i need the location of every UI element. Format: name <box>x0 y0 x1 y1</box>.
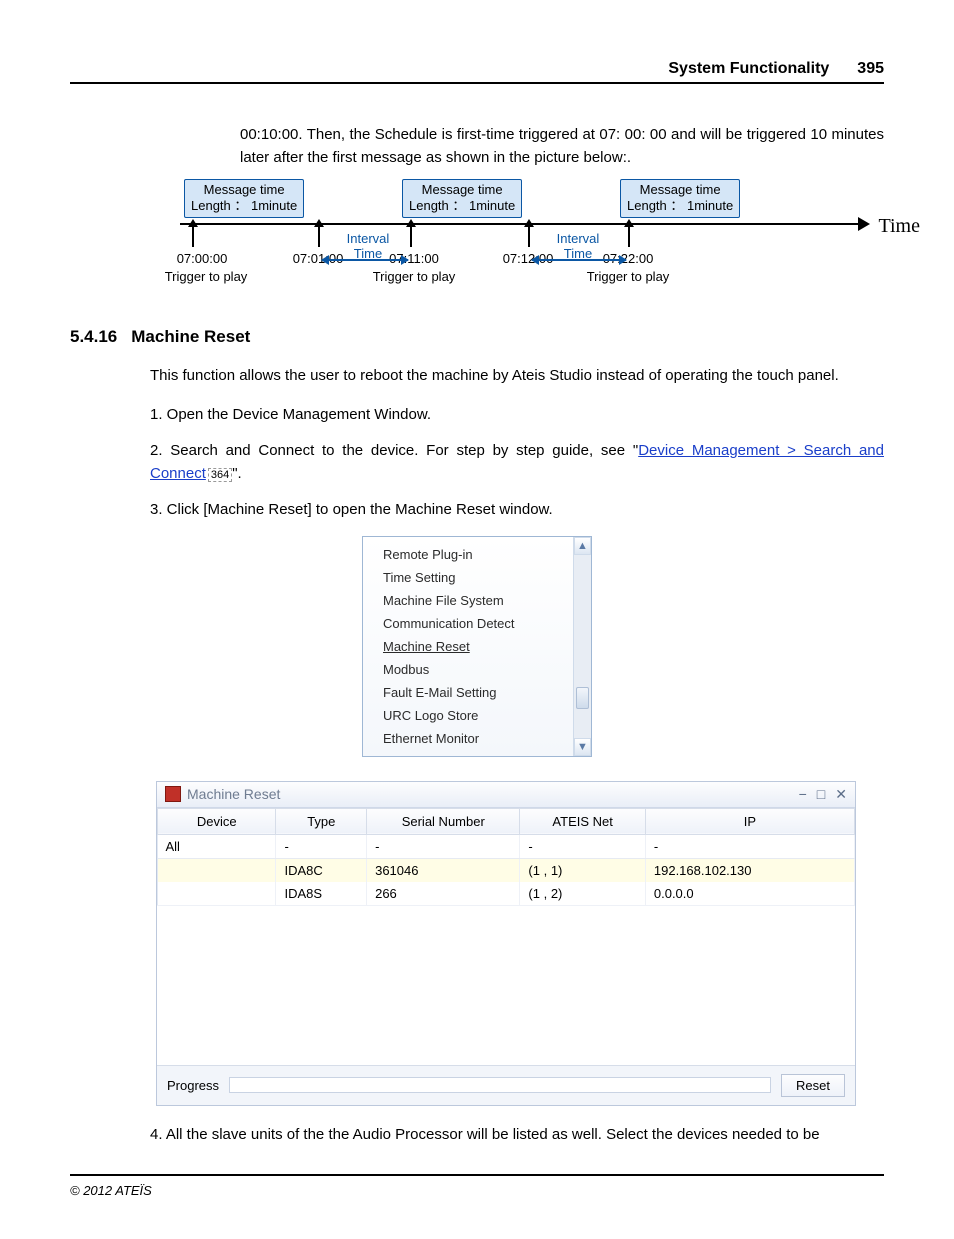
step-4: 4. All the slave units of the the Audio … <box>150 1124 884 1147</box>
section-description: This function allows the user to reboot … <box>150 365 884 388</box>
scrollbar[interactable]: ▲ ▼ <box>573 537 591 756</box>
col-device[interactable]: Device <box>158 808 276 834</box>
table-cell: 361046 <box>367 858 520 882</box>
interval-arrow-icon <box>532 259 626 261</box>
close-icon[interactable]: ✕ <box>835 786 847 803</box>
tick-arrow-icon <box>528 225 530 247</box>
scroll-down-icon[interactable]: ▼ <box>574 738 591 756</box>
message-box-line1: Message time <box>191 182 297 198</box>
col-ip[interactable]: IP <box>645 808 854 834</box>
app-icon <box>165 786 181 802</box>
time-axis-arrowhead-icon <box>858 217 870 231</box>
table-header-row: Device Type Serial Number ATEIS Net IP <box>158 808 855 834</box>
filter-cell[interactable]: - <box>520 834 645 858</box>
col-type[interactable]: Type <box>276 808 367 834</box>
interval-label: Interval Time <box>338 231 398 261</box>
table-cell <box>158 882 276 905</box>
table-empty-area <box>157 905 855 1065</box>
table-cell: 0.0.0.0 <box>645 882 854 905</box>
page-header: System Functionality 395 <box>70 60 884 84</box>
interval-arrow-icon <box>322 259 408 261</box>
table-cell <box>158 858 276 882</box>
progress-label: Progress <box>167 1078 219 1093</box>
table-cell: (1 , 2) <box>520 882 645 905</box>
menu-item[interactable]: Modbus <box>383 658 591 681</box>
section-title: Machine Reset <box>131 327 250 347</box>
menu-item[interactable]: Ethernet Monitor <box>383 727 591 750</box>
message-box-line2: Length ： 1minute <box>191 198 297 214</box>
menu-item[interactable]: URC Logo Store <box>383 704 591 727</box>
menu-screenshot: Remote Plug-inTime SettingMachine File S… <box>362 536 592 757</box>
tick-arrow-icon <box>318 225 320 247</box>
time-axis-label: Time <box>878 215 920 238</box>
tick-arrow-icon <box>410 225 412 247</box>
menu-item[interactable]: Remote Plug-in <box>383 543 591 566</box>
scroll-up-icon[interactable]: ▲ <box>574 537 591 555</box>
tick-label: Trigger to play <box>587 269 670 284</box>
message-box-1: Message time Length ： 1minute <box>184 179 304 218</box>
table-cell: IDA8S <box>276 882 367 905</box>
tick-label: Trigger to play <box>373 269 456 284</box>
reset-button[interactable]: Reset <box>781 1074 845 1097</box>
header-title: System Functionality <box>668 60 829 78</box>
filter-cell[interactable]: - <box>276 834 367 858</box>
section-number: 5.4.16 <box>70 327 117 347</box>
window-footer: Progress Reset <box>157 1065 855 1105</box>
table-cell: 266 <box>367 882 520 905</box>
tick-arrow-icon <box>192 225 194 247</box>
tick-time: 07:00:00 <box>177 251 228 266</box>
page-reference: 364 <box>208 468 232 482</box>
filter-cell[interactable]: - <box>367 834 520 858</box>
timeline-diagram: Message time Length ： 1minute Message ti… <box>180 179 880 309</box>
scroll-thumb[interactable] <box>576 687 589 709</box>
tick-arrow-icon <box>628 225 630 247</box>
message-box-line2: Length ： 1minute <box>627 198 733 214</box>
interval-label: Interval Time <box>548 231 608 261</box>
menu-item[interactable]: Machine File System <box>383 589 591 612</box>
table-cell: 192.168.102.130 <box>645 858 854 882</box>
intro-paragraph: 00:10:00. Then, the Schedule is first-ti… <box>240 124 884 169</box>
machine-reset-window: Machine Reset − □ ✕ Device Type Serial N… <box>156 781 856 1106</box>
table-cell: IDA8C <box>276 858 367 882</box>
menu-item[interactable]: Time Setting <box>383 566 591 589</box>
filter-cell[interactable]: - <box>645 834 854 858</box>
menu-item[interactable]: Communication Detect <box>383 612 591 635</box>
col-serial[interactable]: Serial Number <box>367 808 520 834</box>
step-2: 2. Search and Connect to the device. For… <box>150 440 884 485</box>
step-1: 1. Open the Device Management Window. <box>150 404 884 427</box>
message-box-2: Message time Length ： 1minute <box>402 179 522 218</box>
message-box-line1: Message time <box>409 182 515 198</box>
table-cell: (1 , 1) <box>520 858 645 882</box>
window-titlebar: Machine Reset − □ ✕ <box>157 782 855 808</box>
page-footer: © 2012 ATEÏS <box>70 1174 884 1199</box>
step-3: 3. Click [Machine Reset] to open the Mac… <box>150 499 884 522</box>
menu-item[interactable]: Machine Reset <box>383 635 591 658</box>
section-heading: 5.4.16 Machine Reset <box>70 327 884 347</box>
header-page-number: 395 <box>857 60 884 78</box>
col-ateis-net[interactable]: ATEIS Net <box>520 808 645 834</box>
menu-item[interactable]: Fault E-Mail Setting <box>383 681 591 704</box>
minimize-icon[interactable]: − <box>799 786 807 803</box>
table-row[interactable]: IDA8C361046(1 , 1)192.168.102.130 <box>158 858 855 882</box>
device-table[interactable]: Device Type Serial Number ATEIS Net IP A… <box>157 808 855 905</box>
maximize-icon[interactable]: □ <box>817 786 825 803</box>
message-box-line1: Message time <box>627 182 733 198</box>
message-box-line2: Length ： 1minute <box>409 198 515 214</box>
time-axis <box>180 223 860 225</box>
progress-bar <box>229 1077 771 1093</box>
window-title: Machine Reset <box>187 786 280 802</box>
tick-label: Trigger to play <box>165 269 248 284</box>
filter-cell[interactable]: All <box>158 834 276 858</box>
table-row[interactable]: IDA8S266(1 , 2)0.0.0.0 <box>158 882 855 905</box>
table-filter-row[interactable]: All---- <box>158 834 855 858</box>
message-box-3: Message time Length ： 1minute <box>620 179 740 218</box>
copyright: © 2012 ATEÏS <box>70 1183 152 1198</box>
